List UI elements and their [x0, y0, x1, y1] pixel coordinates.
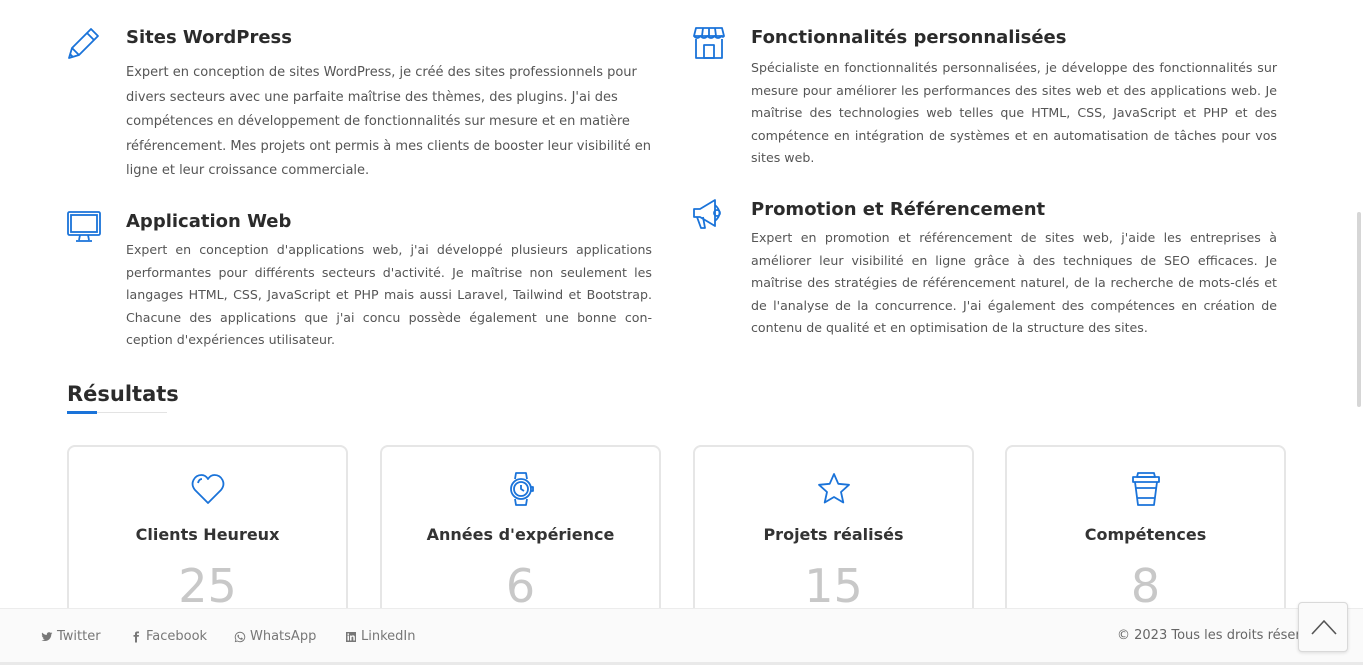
whatsapp-link[interactable]: WhatsApp — [234, 629, 316, 644]
service-title: Fonctionnalités personnalisées — [751, 27, 1067, 48]
monitor-icon — [66, 208, 102, 244]
star-icon — [816, 471, 852, 507]
cup-icon — [1128, 471, 1164, 507]
service-title: Promotion et Référencement — [751, 199, 1046, 220]
results-title: Résultats — [67, 382, 179, 406]
chevron-up-icon — [1311, 619, 1337, 635]
footer: Twitter Facebook WhatsApp LinkedIn © 202… — [0, 608, 1363, 665]
result-label: Compétences — [1084, 525, 1207, 544]
result-label: Clients Heureux — [135, 525, 280, 544]
watch-icon — [503, 471, 539, 507]
result-value: 15 — [804, 559, 863, 613]
whatsapp-icon — [234, 631, 246, 642]
result-card-experience: Années d'expérience 6 — [380, 445, 661, 625]
service-title: Sites WordPress — [126, 27, 292, 48]
service-title: Application Web — [126, 211, 292, 232]
twitter-link[interactable]: Twitter — [41, 629, 101, 644]
social-label: LinkedIn — [361, 629, 416, 644]
twitter-icon — [41, 631, 53, 641]
result-card-skills: Compétences 8 — [1005, 445, 1286, 625]
heart-icon — [190, 471, 226, 507]
social-label: WhatsApp — [250, 629, 317, 644]
shop-icon — [691, 25, 727, 61]
service-description: Expert en conception d'applications web,… — [126, 242, 652, 348]
scrollbar[interactable] — [1355, 0, 1363, 665]
facebook-icon — [133, 631, 139, 642]
result-card-clients: Clients Heureux 25 — [67, 445, 348, 625]
title-underline-accent — [67, 411, 97, 414]
scrollbar-thumb[interactable] — [1357, 212, 1361, 407]
service-description: Spécialiste en fonctionnalités personnal… — [751, 60, 1277, 166]
megaphone-icon — [691, 196, 727, 232]
service-description: Expert en conception de sites WordPress,… — [126, 65, 652, 178]
result-value: 25 — [178, 559, 237, 613]
pencil-icon — [66, 25, 102, 61]
result-card-projects: Projets réalisés 15 — [693, 445, 974, 625]
result-label: Projets réalisés — [763, 525, 904, 544]
result-label: Années d'expérience — [426, 525, 615, 544]
facebook-link[interactable]: Facebook — [130, 629, 207, 644]
linkedin-icon — [346, 631, 356, 642]
result-value: 8 — [1130, 559, 1161, 613]
service-description: Expert en promotion et référencement de … — [751, 230, 1277, 336]
social-label: Twitter — [57, 629, 101, 644]
social-label: Facebook — [146, 629, 208, 644]
result-value: 6 — [505, 559, 536, 613]
linkedin-link[interactable]: LinkedIn — [345, 629, 415, 644]
copyright-text: © 2023 Tous les droits réserv — [1117, 628, 1309, 643]
back-to-top-button[interactable] — [1298, 602, 1348, 652]
